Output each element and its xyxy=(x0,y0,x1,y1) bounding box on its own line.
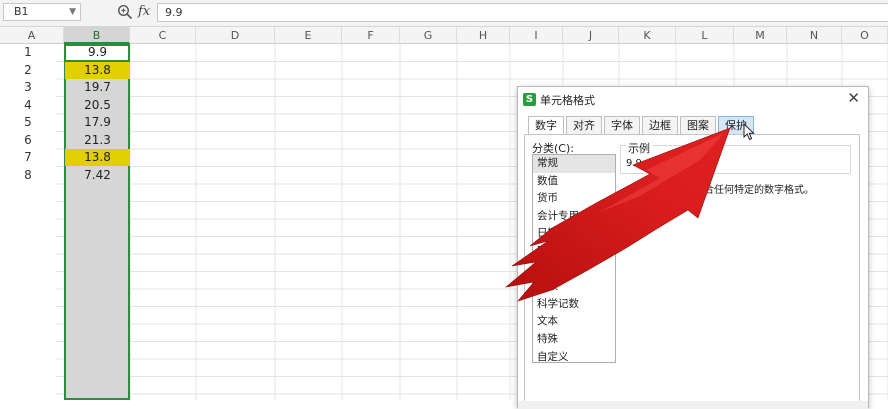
mouse-cursor-icon xyxy=(743,123,755,141)
red-arrow-annotation xyxy=(504,127,731,302)
dialog-footer xyxy=(518,401,868,409)
